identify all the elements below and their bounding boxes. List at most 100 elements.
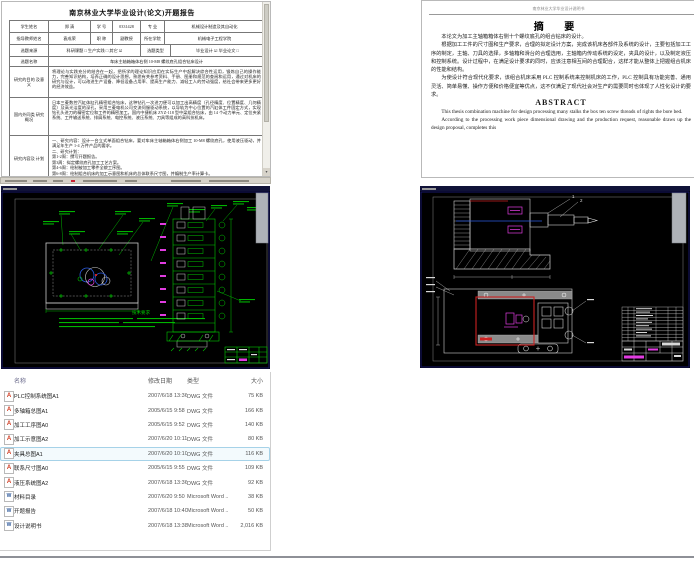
field-value: 机械设计制造及其自动化 xyxy=(164,21,264,32)
cad-scrollbar-thumb[interactable] xyxy=(255,192,269,244)
file-name[interactable]: 加工工序图A0 xyxy=(14,421,148,429)
type-checkboxes[interactable]: 毕业设计 ☑ 毕业论文 □ xyxy=(170,45,264,56)
file-date: 2007/6/18 13:36 xyxy=(148,393,187,400)
source-checkboxes[interactable]: 科研课题 □ 生产实践 □ 其它 ☑ xyxy=(48,45,140,56)
file-date: 2007/6/20 9:50 xyxy=(148,493,185,500)
field-label: 职 称 xyxy=(90,33,112,44)
cad-title-bar[interactable] xyxy=(420,186,690,191)
file-type: DWG 文件 xyxy=(187,408,213,415)
file-size: 38 KB xyxy=(248,493,263,500)
plan-line: 二、研究计划： xyxy=(52,148,82,154)
file-date: 2007/6/18 10:40 xyxy=(148,508,187,515)
file-name[interactable]: PLC控制系统图A1 xyxy=(14,392,148,400)
dwg-file-icon: A xyxy=(4,405,14,417)
file-size: 50 KB xyxy=(248,508,263,515)
column-header-date[interactable]: 修改日期 xyxy=(148,376,187,385)
page-header: 南京林业大学毕业设计说明书 xyxy=(532,6,585,11)
file-name[interactable]: 开题报告 xyxy=(14,507,148,515)
scroll-down-icon[interactable]: ▾ xyxy=(263,168,270,176)
proposal-form-table: 学生姓名 郑 清 学 号 0331428 专 业 机械设计制造及其自动化 指导教… xyxy=(9,20,265,176)
cad-title-bar[interactable] xyxy=(1,186,270,191)
file-row[interactable]: A PLC控制系统图A1 2007/6/18 13:36 DWG 文件 75 K… xyxy=(0,389,270,403)
file-size: 92 KB xyxy=(248,479,263,486)
file-date: 2007/6/20 10:11 xyxy=(148,436,187,443)
file-type: DWG 文件 xyxy=(187,422,213,429)
cad-window-fixture-drawing: 1 2 xyxy=(420,186,690,368)
file-row-selected[interactable]: A 夹具总图A1 2007/6/20 10:10 DWG 文件 116 KB xyxy=(0,446,270,461)
field-label: 研究内容及 计划 xyxy=(10,136,48,176)
field-label: 学生姓名 xyxy=(10,21,48,32)
file-row[interactable]: W 材料目录 2007/6/20 9:50 Microsoft Word ...… xyxy=(0,490,270,504)
plan-line: 第1-2周：撰写开题报告。 xyxy=(52,154,100,160)
field-label: 研究的目的 及意义 xyxy=(10,67,48,97)
abstract-document-page: 南京林业大学毕业设计说明书 摘 要 本论文为加工主轴箱箱体右侧十个螺纹底孔的组合… xyxy=(421,0,694,178)
status-dash xyxy=(209,180,249,182)
plan-line: 第4-6周：绘制被加工零件全貌工序图。 xyxy=(52,165,125,171)
word-status-bar xyxy=(0,177,271,184)
tech-requirements-label: 技术要求 xyxy=(132,309,150,316)
file-type: Microsoft Word ... xyxy=(187,522,229,529)
file-name[interactable]: 多轴箱总图A1 xyxy=(14,407,148,415)
cad-title-dash xyxy=(3,188,17,190)
status-dash xyxy=(125,180,137,182)
file-name[interactable]: 夹具总图A1 xyxy=(14,450,148,458)
field-label: 选题类型 xyxy=(140,45,170,56)
file-date: 2005/6/15 9:52 xyxy=(148,421,185,428)
file-name[interactable]: 加工示意图A2 xyxy=(14,435,148,443)
abstract-title-cn: 摘 要 xyxy=(533,22,584,33)
topic-name: 车床主轴箱箱体右侧 10-M8 螺纹底孔组合钻床设计 xyxy=(48,57,264,66)
word-file-icon: W xyxy=(4,491,14,503)
desktop-collage: 南京林业大学毕业设计(论文)开题报告 学生姓名 郑 清 学 号 0331428 … xyxy=(0,0,694,561)
window-bottom-edge xyxy=(0,556,694,558)
column-header-name[interactable]: 名称 xyxy=(14,376,148,385)
cad-canvas-right[interactable]: 1 2 xyxy=(420,191,690,368)
file-row[interactable]: A 加工示意图A2 2007/6/20 10:11 DWG 文件 80 KB xyxy=(0,432,270,446)
file-date: 2005/6/15 9:58 xyxy=(148,407,185,414)
dwg-file-icon: A xyxy=(4,462,14,474)
field-label: 所在学院 xyxy=(140,33,164,44)
header-divider xyxy=(429,14,694,15)
field-label: 选题来源 xyxy=(10,45,48,56)
document-scrollbar[interactable]: ▾ xyxy=(262,2,270,176)
cad-scrollbar-thumb[interactable] xyxy=(671,192,687,244)
file-row[interactable]: W 开题报告 2007/6/18 10:40 Microsoft Word ..… xyxy=(0,504,270,518)
scrollbar-thumb[interactable] xyxy=(264,4,269,122)
dwg-file-icon: A xyxy=(4,390,14,402)
file-size: 2,016 KB xyxy=(240,522,263,529)
file-name[interactable]: 设计说明书 xyxy=(14,522,148,530)
status-dash xyxy=(83,180,117,182)
proposal-title: 南京林业大学毕业设计(论文)开题报告 xyxy=(69,9,195,17)
file-date: 2005/6/15 9:55 xyxy=(148,465,185,472)
file-type: DWG 文件 xyxy=(187,394,213,401)
file-type: DWG 文件 xyxy=(187,451,213,458)
status-dash xyxy=(171,180,201,182)
abstract-title-en: ABSTRACT xyxy=(535,98,587,108)
overview-text: 日本三菱数控汽缸体缸孔精密组合钻床，这种钻孔一次进刀便可以加工出高精度（孔径精度… xyxy=(48,98,264,135)
file-row[interactable]: A 多轴箱总图A1 2005/6/15 9:58 DWG 文件 166 KB xyxy=(0,403,270,417)
paragraph: 根据加工工件的尺寸图和生产要求，合理的拟定设计方案，完成该机床各部件及系统的设计… xyxy=(431,42,691,74)
cad-canvas-left[interactable]: 技术要求 xyxy=(1,191,270,369)
column-header-type[interactable]: 类型 xyxy=(187,376,229,385)
file-date: 2007/6/18 13:36 xyxy=(148,479,187,486)
column-header-size[interactable]: 大小 xyxy=(229,376,265,385)
file-explorer-list: 名称 修改日期 类型 大小 A PLC控制系统图A1 2007/6/18 13:… xyxy=(0,372,271,551)
file-name[interactable]: 液压系统图A2 xyxy=(14,479,148,487)
callout-number: 1 xyxy=(572,194,575,199)
word-file-icon: W xyxy=(4,520,14,532)
field-label: 学 号 xyxy=(90,21,112,32)
file-size: 166 KB xyxy=(244,407,263,414)
file-row[interactable]: W 设计说明书 2007/6/18 13:38 Microsoft Word .… xyxy=(0,519,270,533)
paragraph: 本论文为加工主轴箱箱体右侧十个螺纹底孔的组合钻床的设计。 xyxy=(441,34,587,40)
file-type: Microsoft Word ... xyxy=(187,508,229,515)
file-size: 140 KB xyxy=(244,421,263,428)
file-size: 116 KB xyxy=(245,450,263,457)
file-name[interactable]: 材料目录 xyxy=(14,493,148,501)
file-row[interactable]: A 液压系统图A2 2007/6/18 13:36 DWG 文件 92 KB xyxy=(0,475,270,489)
file-type: Microsoft Word ... xyxy=(187,493,229,500)
file-name[interactable]: 联系尺寸图A0 xyxy=(14,464,148,472)
file-size: 109 KB xyxy=(244,465,263,472)
file-row[interactable]: A 加工工序图A0 2005/6/15 9:52 DWG 文件 140 KB xyxy=(0,418,270,432)
file-row[interactable]: A 联系尺寸图A0 2005/6/15 9:55 DWG 文件 109 KB xyxy=(0,461,270,475)
field-label: 指导教师姓名 xyxy=(10,33,48,44)
dwg-file-icon: A xyxy=(4,477,14,489)
